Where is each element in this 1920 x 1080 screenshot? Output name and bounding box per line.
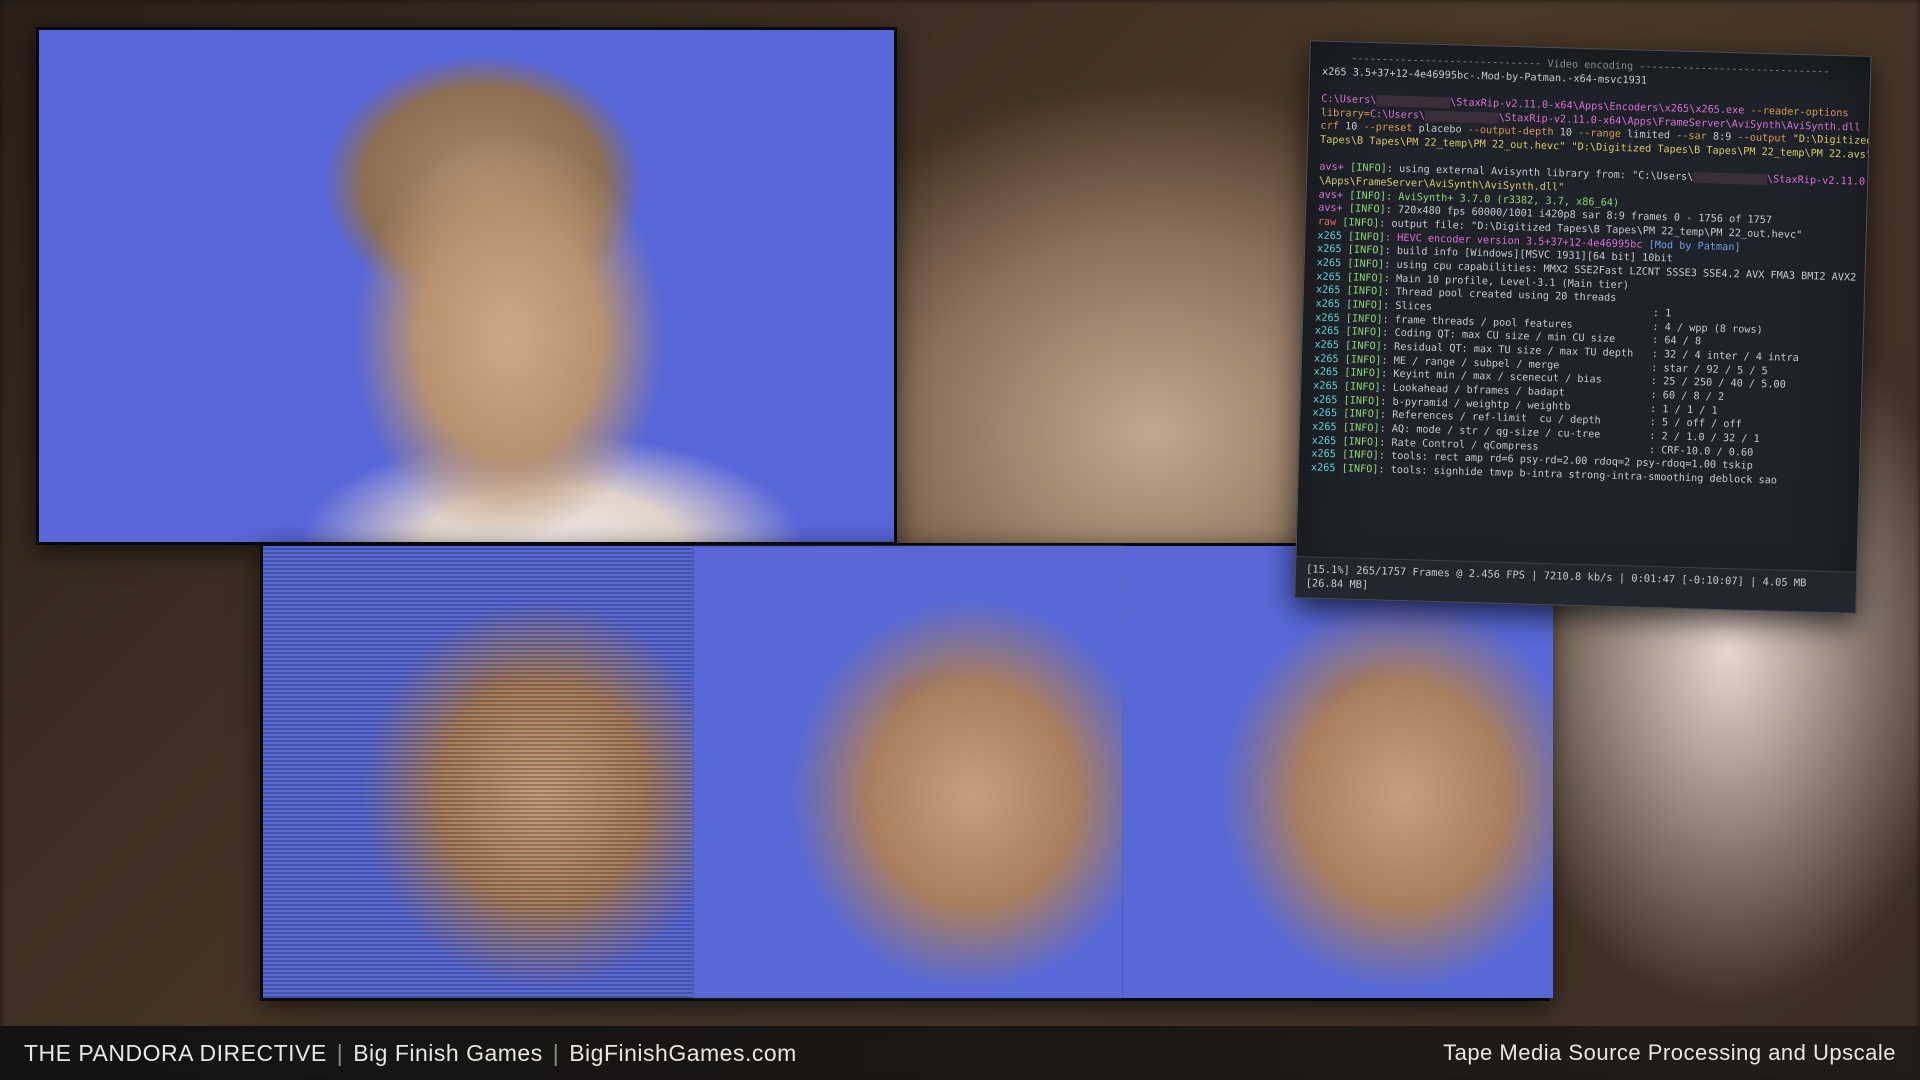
slide-caption: Tape Media Source Processing and Upscale: [1443, 1040, 1896, 1066]
main-source-photo: [36, 27, 897, 545]
compare-panel-raw: [263, 546, 693, 998]
game-title: THE PANDORA DIRECTIVE: [24, 1040, 327, 1067]
compare-panel-upscaled: [1123, 546, 1553, 998]
compare-panel-deinterlaced: [693, 546, 1123, 998]
encoder-terminal: ------------------------------- Video en…: [1294, 40, 1871, 613]
terminal-body: x265 3.5+37+12-4e46995bc-.Mod-by-Patman.…: [1311, 65, 1858, 490]
comparison-strip: [260, 543, 1550, 1001]
caption-bar: THE PANDORA DIRECTIVE | Big Finish Games…: [0, 1026, 1920, 1080]
separator-icon: |: [337, 1040, 343, 1067]
studio-url: BigFinishGames.com: [569, 1040, 797, 1067]
separator-icon: |: [553, 1040, 559, 1067]
studio-name: Big Finish Games: [353, 1040, 543, 1067]
